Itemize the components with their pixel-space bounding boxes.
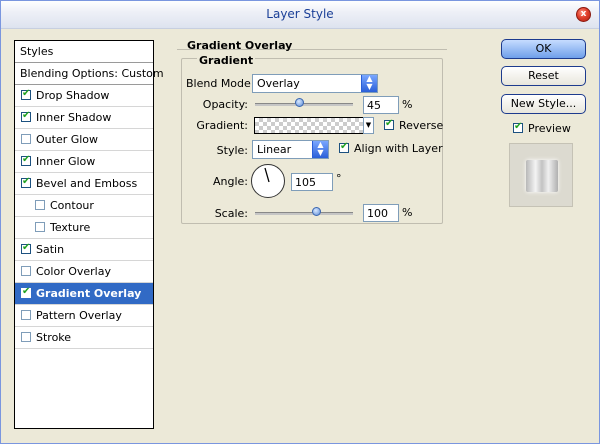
style-item-label: Satin <box>36 243 65 256</box>
outer-glow-checkbox[interactable] <box>21 134 31 144</box>
style-item-label: Color Overlay <box>36 265 111 278</box>
angle-dial[interactable] <box>251 164 285 198</box>
close-icon[interactable]: x <box>576 7 591 22</box>
angle-input[interactable]: 105 <box>291 173 333 191</box>
opacity-slider-thumb[interactable] <box>295 98 304 107</box>
new-style-button[interactable]: New Style... <box>501 94 586 114</box>
gradient-picker[interactable] <box>254 117 364 134</box>
scale-slider-thumb[interactable] <box>312 207 321 216</box>
preview-checkbox[interactable] <box>513 121 523 133</box>
style-item-label: Texture <box>50 221 91 234</box>
style-item-label: Drop Shadow <box>36 89 110 102</box>
title-bar[interactable]: Layer Style x <box>1 1 599 29</box>
align-with-layer-checkbox[interactable] <box>339 141 349 153</box>
align-label: Align with Layer <box>354 142 443 155</box>
scale-slider-track[interactable] <box>255 212 353 215</box>
style-item-inner-shadow[interactable]: Inner Shadow <box>15 107 153 129</box>
pattern-overlay-checkbox[interactable] <box>21 310 31 320</box>
opacity-input[interactable]: 45 <box>363 96 399 114</box>
style-item-label: Inner Shadow <box>36 111 112 124</box>
style-item-bevel-emboss[interactable]: Bevel and Emboss <box>15 173 153 195</box>
drop-shadow-checkbox[interactable] <box>21 88 31 100</box>
chevron-down-icon[interactable]: ▼ <box>363 117 374 134</box>
style-item-inner-glow[interactable]: Inner Glow <box>15 151 153 173</box>
group-title: Gradient <box>197 54 256 67</box>
updown-arrow-icon[interactable]: ▲ ▼ <box>312 141 328 158</box>
preview-label: Preview <box>528 122 571 135</box>
scale-label: Scale: <box>214 207 248 220</box>
blend-mode-value: Overlay <box>257 77 300 90</box>
inner-shadow-checkbox[interactable] <box>21 110 31 122</box>
style-item-gradient-overlay[interactable]: Gradient Overlay <box>15 283 153 305</box>
reset-button[interactable]: Reset <box>501 66 586 86</box>
preview-checkbox-row[interactable]: Preview <box>513 121 571 135</box>
updown-arrow-icon[interactable]: ▲ ▼ <box>361 75 377 92</box>
scale-input[interactable]: 100 <box>363 204 399 222</box>
preview-swatch <box>526 160 558 192</box>
angle-unit: ° <box>336 172 342 185</box>
style-item-pattern-overlay[interactable]: Pattern Overlay <box>15 305 153 327</box>
scale-unit: % <box>402 206 413 219</box>
styles-list: Styles Blending Options: Custom Drop Sha… <box>14 40 164 429</box>
reverse-checkbox[interactable] <box>384 118 394 130</box>
opacity-slider-track[interactable] <box>255 103 353 106</box>
style-select[interactable]: Linear ▲ ▼ <box>252 140 329 159</box>
blend-mode-select[interactable]: Overlay ▲ ▼ <box>252 74 378 93</box>
style-item-label: Outer Glow <box>36 133 99 146</box>
styles-header[interactable]: Styles <box>15 41 153 63</box>
style-value: Linear <box>257 143 292 156</box>
blending-options-item[interactable]: Blending Options: Custom <box>15 63 164 85</box>
ok-button[interactable]: OK <box>501 39 586 59</box>
gradient-label: Gradient: <box>196 119 248 132</box>
style-item-color-overlay[interactable]: Color Overlay <box>15 261 153 283</box>
style-item-texture[interactable]: Texture <box>15 217 153 239</box>
style-item-stroke[interactable]: Stroke <box>15 327 153 349</box>
reverse-label: Reverse <box>399 119 444 132</box>
reverse-checkbox-row[interactable]: Reverse <box>384 118 444 132</box>
align-checkbox-row[interactable]: Align with Layer <box>339 141 443 155</box>
layer-style-dialog: Layer Style x Styles Blending Options: C… <box>0 0 600 444</box>
opacity-unit: % <box>402 98 413 111</box>
texture-checkbox[interactable] <box>35 222 45 232</box>
style-item-label: Stroke <box>36 331 72 344</box>
style-item-drop-shadow[interactable]: Drop Shadow <box>15 85 153 107</box>
opacity-label: Opacity: <box>202 98 248 111</box>
style-item-contour[interactable]: Contour <box>15 195 153 217</box>
contour-checkbox[interactable] <box>35 200 45 210</box>
blend-mode-label: Blend Mode: <box>186 77 255 90</box>
inner-glow-checkbox[interactable] <box>21 154 31 166</box>
style-item-outer-glow[interactable]: Outer Glow <box>15 129 153 151</box>
style-item-label: Contour <box>50 199 94 212</box>
style-item-label: Gradient Overlay <box>36 287 142 300</box>
style-item-label: Inner Glow <box>36 155 96 168</box>
satin-checkbox[interactable] <box>21 242 31 254</box>
window-title: Layer Style <box>266 7 334 21</box>
style-item-satin[interactable]: Satin <box>15 239 153 261</box>
style-item-label: Bevel and Emboss <box>36 177 138 190</box>
stroke-checkbox[interactable] <box>21 332 31 342</box>
angle-label: Angle: <box>212 175 248 188</box>
style-preview <box>509 143 573 207</box>
style-label: Style: <box>216 144 248 157</box>
angle-needle-icon <box>264 167 270 183</box>
section-title: Gradient Overlay <box>187 39 293 52</box>
gradient-overlay-checkbox[interactable] <box>21 286 31 298</box>
style-item-label: Pattern Overlay <box>36 309 122 322</box>
bevel-emboss-checkbox[interactable] <box>21 176 31 188</box>
color-overlay-checkbox[interactable] <box>21 266 31 276</box>
